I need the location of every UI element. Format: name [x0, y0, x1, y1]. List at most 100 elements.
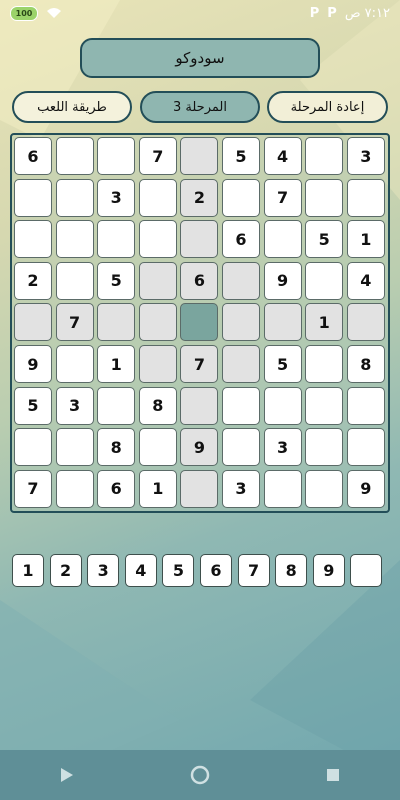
sudoku-cell[interactable] [305, 261, 344, 300]
sudoku-cell[interactable] [14, 220, 52, 259]
sudoku-cell[interactable] [305, 386, 344, 425]
sudoku-cell[interactable] [222, 428, 260, 467]
number-key[interactable]: 1 [12, 554, 44, 587]
home-button[interactable] [180, 755, 220, 795]
sudoku-cell[interactable]: 6 [14, 137, 52, 175]
sudoku-cell[interactable] [222, 386, 260, 425]
number-key[interactable]: 8 [275, 554, 308, 587]
sudoku-cell[interactable]: 7 [263, 178, 302, 217]
sudoku-cell[interactable] [180, 303, 219, 342]
sudoku-cell[interactable] [97, 220, 136, 259]
sudoku-cell[interactable]: 1 [97, 345, 136, 383]
sudoku-cell[interactable] [55, 261, 94, 300]
sudoku-cell[interactable] [97, 386, 136, 425]
sudoku-cell[interactable] [305, 469, 344, 508]
number-key[interactable]: 2 [49, 554, 82, 587]
sudoku-cell[interactable]: 7 [14, 469, 52, 508]
sudoku-cell[interactable]: 5 [14, 386, 52, 425]
sudoku-cell[interactable] [305, 345, 344, 383]
erase-key[interactable] [350, 554, 383, 587]
sudoku-cell[interactable] [180, 469, 219, 508]
sudoku-cell[interactable] [180, 220, 219, 259]
sudoku-cell[interactable] [97, 303, 136, 342]
sudoku-cell[interactable]: 3 [55, 386, 94, 425]
number-key[interactable]: 4 [124, 554, 157, 587]
sudoku-cell[interactable] [14, 178, 52, 217]
sudoku-cell[interactable] [305, 137, 344, 175]
sudoku-cell[interactable] [138, 261, 177, 300]
sudoku-cell[interactable] [346, 303, 385, 342]
sudoku-cell[interactable]: 6 [222, 220, 260, 259]
sudoku-cell[interactable]: 8 [346, 345, 385, 383]
sudoku-cell[interactable]: 4 [263, 137, 302, 175]
sudoku-cell[interactable] [138, 303, 177, 342]
sudoku-cell[interactable]: 7 [180, 345, 219, 383]
sudoku-cell[interactable] [222, 345, 260, 383]
sudoku-cell[interactable] [346, 178, 385, 217]
number-key[interactable]: 3 [87, 554, 120, 587]
sudoku-cell[interactable] [14, 303, 52, 342]
sudoku-cell[interactable]: 9 [346, 469, 385, 508]
page-title: سودوكو [80, 38, 320, 78]
sudoku-cell[interactable] [55, 220, 94, 259]
sudoku-cell[interactable]: 3 [222, 469, 260, 508]
sudoku-cell[interactable] [346, 428, 385, 467]
sudoku-cell[interactable] [346, 386, 385, 425]
how-to-play-button[interactable]: طريقة اللعب [12, 91, 132, 123]
sudoku-cell[interactable]: 4 [346, 261, 385, 300]
sudoku-cell[interactable] [263, 386, 302, 425]
sudoku-cell[interactable] [180, 386, 219, 425]
number-key[interactable]: 5 [162, 554, 195, 587]
sudoku-cell[interactable] [180, 137, 219, 175]
back-button[interactable] [47, 755, 87, 795]
sudoku-cell[interactable]: 6 [97, 469, 136, 508]
sudoku-cell[interactable]: 8 [138, 386, 177, 425]
sudoku-cell[interactable]: 5 [263, 345, 302, 383]
sudoku-cell[interactable]: 1 [138, 469, 177, 508]
sudoku-cell[interactable] [263, 469, 302, 508]
sudoku-cell[interactable]: 5 [305, 220, 344, 259]
sudoku-cell[interactable]: 2 [180, 178, 219, 217]
sudoku-cell[interactable]: 7 [55, 303, 94, 342]
sudoku-cell[interactable]: 8 [97, 428, 136, 467]
sudoku-cell[interactable]: 5 [222, 137, 260, 175]
sudoku-cell[interactable] [97, 137, 136, 175]
sudoku-cell[interactable]: 5 [97, 261, 136, 300]
sudoku-cell[interactable]: 1 [346, 220, 385, 259]
battery-icon: 100 [10, 5, 38, 21]
sudoku-cell[interactable] [55, 345, 94, 383]
number-key[interactable]: 6 [200, 554, 232, 587]
sudoku-cell[interactable] [222, 303, 260, 342]
sudoku-cell[interactable] [138, 178, 177, 217]
restart-level-button[interactable]: إعادة المرحلة [267, 91, 388, 123]
sudoku-cell[interactable] [14, 428, 52, 467]
sudoku-cell[interactable]: 9 [180, 428, 219, 467]
sudoku-cell[interactable]: 7 [138, 137, 177, 175]
sudoku-cell[interactable]: 1 [305, 303, 344, 342]
number-key[interactable]: 9 [312, 554, 345, 587]
sudoku-cell[interactable]: 6 [180, 261, 219, 300]
sudoku-cell[interactable] [138, 220, 177, 259]
circle-home-icon [190, 765, 210, 785]
sudoku-cell[interactable] [55, 178, 94, 217]
sudoku-cell[interactable] [55, 428, 94, 467]
sudoku-cell[interactable] [55, 137, 94, 175]
sudoku-cell[interactable] [55, 469, 94, 508]
recents-button[interactable] [313, 755, 353, 795]
sudoku-cell[interactable] [222, 261, 260, 300]
sudoku-cell[interactable]: 3 [263, 428, 302, 467]
sudoku-cell[interactable] [263, 220, 302, 259]
sudoku-cell[interactable]: 3 [346, 137, 385, 175]
sudoku-cell[interactable] [138, 345, 177, 383]
sudoku-cell[interactable] [305, 178, 344, 217]
sudoku-cell[interactable] [138, 428, 177, 467]
sudoku-cell[interactable] [222, 178, 260, 217]
sudoku-cell[interactable] [305, 428, 344, 467]
sudoku-cell[interactable]: 9 [14, 345, 52, 383]
sudoku-cell[interactable]: 2 [14, 261, 52, 300]
sudoku-cell[interactable] [263, 303, 302, 342]
level-button[interactable]: المرحلة 3 [140, 91, 260, 123]
number-key[interactable]: 7 [237, 554, 270, 587]
sudoku-cell[interactable]: 3 [97, 178, 136, 217]
sudoku-cell[interactable]: 9 [263, 261, 302, 300]
